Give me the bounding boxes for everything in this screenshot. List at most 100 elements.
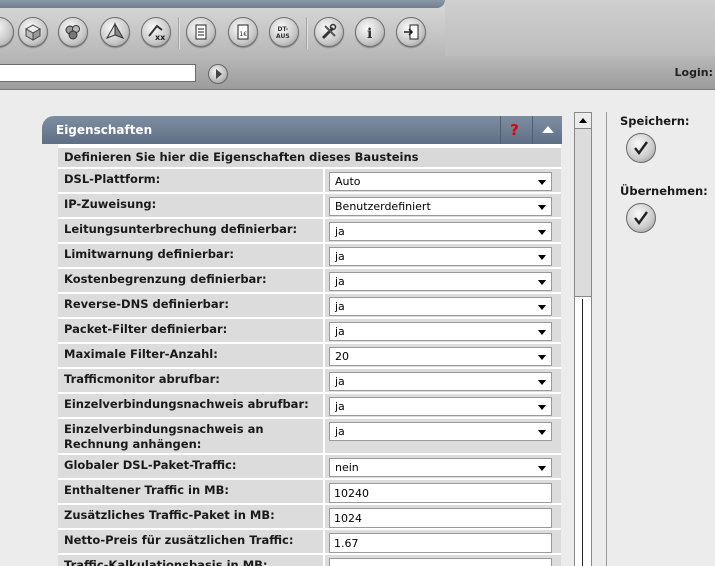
spheres-icon[interactable] — [58, 17, 88, 47]
property-row: Trafficmonitor abrufbar: ja — [58, 369, 561, 392]
property-value-cell: ja — [325, 294, 561, 317]
select-value: nein — [335, 461, 359, 474]
checkmark-icon — [634, 141, 648, 155]
property-row: DSL-Plattform: Auto — [58, 169, 561, 192]
dropdown-arrow-icon — [538, 180, 546, 185]
select-value: Auto — [335, 175, 361, 188]
euro-label: 1€ — [240, 31, 248, 38]
help-button[interactable]: ? — [500, 116, 528, 144]
toolbar-tab — [0, 0, 445, 8]
cube-icon[interactable] — [18, 17, 48, 47]
property-row: Globaler DSL-Paket-Traffic: nein — [58, 455, 561, 478]
property-value-cell — [325, 505, 561, 528]
property-label: DSL-Plattform: — [58, 169, 323, 192]
property-label: Einzelverbindungsnachweis an Rechnung an… — [58, 419, 323, 453]
property-select[interactable]: nein — [329, 458, 552, 477]
select-value: ja — [335, 400, 345, 413]
dropdown-arrow-icon — [538, 405, 546, 410]
property-label: Einzelverbindungsnachweis abrufbar: — [58, 394, 323, 417]
dropdown-arrow-icon — [538, 430, 546, 435]
toolbar-separator — [306, 17, 308, 49]
partial-round-icon[interactable] — [0, 17, 14, 47]
property-row: Leitungsunterbrechung definierbar: ja — [58, 219, 561, 242]
property-value-cell: nein — [325, 455, 561, 478]
property-row: Netto-Preis für zusätzlichen Traffic: — [58, 530, 561, 553]
info-icon[interactable]: i — [355, 17, 385, 47]
select-value: ja — [335, 275, 345, 288]
property-row: Traffic-Kalkulationsbasis in MB: — [58, 555, 561, 566]
property-row: Limitwarnung definierbar: ja — [58, 244, 561, 267]
property-row: Reverse-DNS definierbar: ja — [58, 294, 561, 317]
select-value: Benutzerdefiniert — [335, 200, 431, 213]
property-row: Zusätzliches Traffic-Paket in MB: — [58, 505, 561, 528]
login-label: Login: — [674, 66, 713, 79]
property-label: Limitwarnung definierbar: — [58, 244, 323, 267]
property-row: Einzelverbindungsnachweis an Rechnung an… — [58, 419, 561, 453]
property-value-cell: ja — [325, 394, 561, 417]
property-value-cell: ja — [325, 319, 561, 342]
euro-document-icon[interactable]: 1€ — [228, 17, 258, 47]
dt-aus-icon[interactable]: DT- AUS — [269, 17, 299, 47]
scroll-up-button[interactable] — [575, 113, 591, 129]
property-select[interactable]: ja — [329, 422, 552, 441]
pyramid-icon[interactable] — [100, 17, 130, 47]
property-value-cell: ja — [325, 244, 561, 267]
panel-subtitle: Definieren Sie hier die Eigenschaften di… — [58, 148, 561, 167]
apply-button[interactable] — [626, 203, 656, 233]
tools-icon[interactable] — [314, 17, 344, 47]
property-label: Maximale Filter-Anzahl: — [58, 344, 323, 367]
dt-aus-label-top: DT- — [278, 26, 289, 33]
property-select[interactable]: ja — [329, 397, 552, 416]
property-text-input[interactable] — [329, 558, 552, 566]
property-select[interactable]: ja — [329, 222, 552, 241]
scroll-track[interactable] — [582, 299, 583, 566]
exit-icon[interactable] — [396, 17, 426, 47]
dropdown-arrow-icon — [538, 230, 546, 235]
save-button[interactable] — [626, 133, 656, 163]
select-value: ja — [335, 300, 345, 313]
property-text-input[interactable] — [329, 483, 552, 503]
property-value-cell: ja — [325, 369, 561, 392]
property-label: Kostenbegrenzung definierbar: — [58, 269, 323, 292]
select-value: ja — [335, 250, 345, 263]
scroll-thumb[interactable] — [575, 129, 591, 297]
dropdown-arrow-icon — [538, 205, 546, 210]
property-row: Maximale Filter-Anzahl: 20 — [58, 344, 561, 367]
property-value-cell: ja — [325, 269, 561, 292]
go-arrow-icon[interactable] — [208, 64, 228, 84]
property-label: Netto-Preis für zusätzlichen Traffic: — [58, 530, 323, 553]
property-text-input[interactable] — [329, 508, 552, 528]
dropdown-arrow-icon — [538, 255, 546, 260]
apply-label: Übernehmen: — [620, 184, 708, 198]
property-label: Zusätzliches Traffic-Paket in MB: — [58, 505, 323, 528]
dropdown-arrow-icon — [538, 280, 546, 285]
property-select[interactable]: ja — [329, 272, 552, 291]
property-label: Traffic-Kalkulationsbasis in MB: — [58, 555, 323, 566]
property-select[interactable]: Auto — [329, 172, 552, 191]
dropdown-arrow-icon — [538, 355, 546, 360]
dropdown-arrow-icon — [538, 466, 546, 471]
address-input[interactable] — [0, 64, 196, 82]
scrollbar[interactable] — [574, 112, 592, 566]
property-text-input[interactable] — [329, 533, 552, 553]
xx-label: xx — [155, 33, 166, 42]
select-value: ja — [335, 375, 345, 388]
action-divider — [606, 112, 607, 566]
property-label: Globaler DSL-Paket-Traffic: — [58, 455, 323, 478]
property-row: IP-Zuweisung: Benutzerdefiniert — [58, 194, 561, 217]
xx-icon[interactable]: xx — [141, 17, 171, 47]
dropdown-arrow-icon — [538, 305, 546, 310]
property-label: Packet-Filter definierbar: — [58, 319, 323, 342]
collapse-button[interactable] — [532, 116, 562, 144]
property-select[interactable]: ja — [329, 247, 552, 266]
property-label: IP-Zuweisung: — [58, 194, 323, 217]
toolbar-right-area — [445, 0, 715, 56]
property-select[interactable]: ja — [329, 322, 552, 341]
property-select[interactable]: ja — [329, 297, 552, 316]
property-select[interactable]: 20 — [329, 347, 552, 366]
property-select[interactable]: Benutzerdefiniert — [329, 197, 552, 216]
property-value-cell: Benutzerdefiniert — [325, 194, 561, 217]
properties-panel: Eigenschaften ? Definieren Sie hier die … — [42, 116, 562, 566]
document-list-icon[interactable] — [186, 17, 216, 47]
property-select[interactable]: ja — [329, 372, 552, 391]
